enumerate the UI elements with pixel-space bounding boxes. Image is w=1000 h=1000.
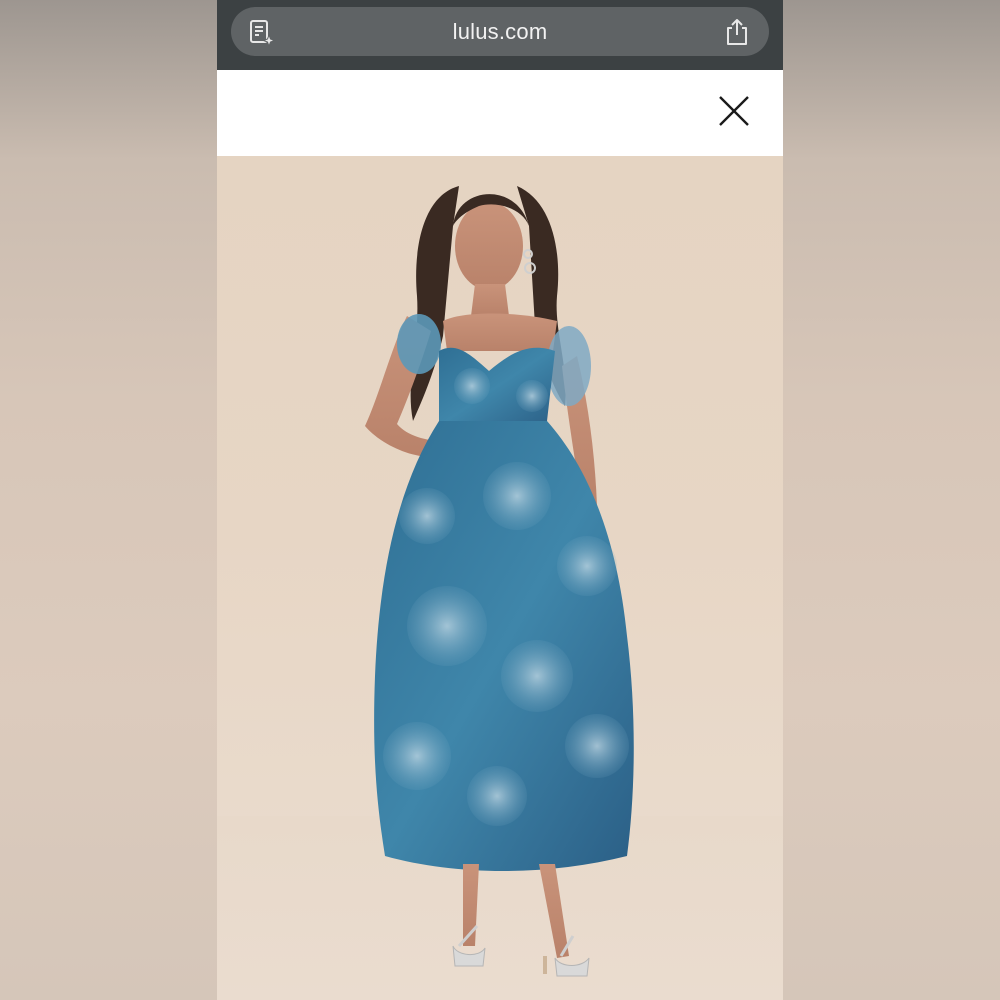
browser-toolbar: lulus.com (217, 0, 783, 70)
phone-screen: lulus.com (217, 0, 783, 1000)
blurred-background-left (0, 0, 217, 1000)
close-icon[interactable] (714, 91, 754, 131)
share-icon[interactable] (723, 17, 751, 47)
model-figure (365, 186, 634, 977)
address-bar[interactable]: lulus.com (231, 7, 769, 56)
screenshot-frame: lulus.com (0, 0, 1000, 1000)
page-header (217, 70, 783, 156)
product-image[interactable] (217, 156, 783, 1000)
url-text[interactable]: lulus.com (231, 19, 769, 45)
blurred-background-right (783, 0, 1000, 1000)
